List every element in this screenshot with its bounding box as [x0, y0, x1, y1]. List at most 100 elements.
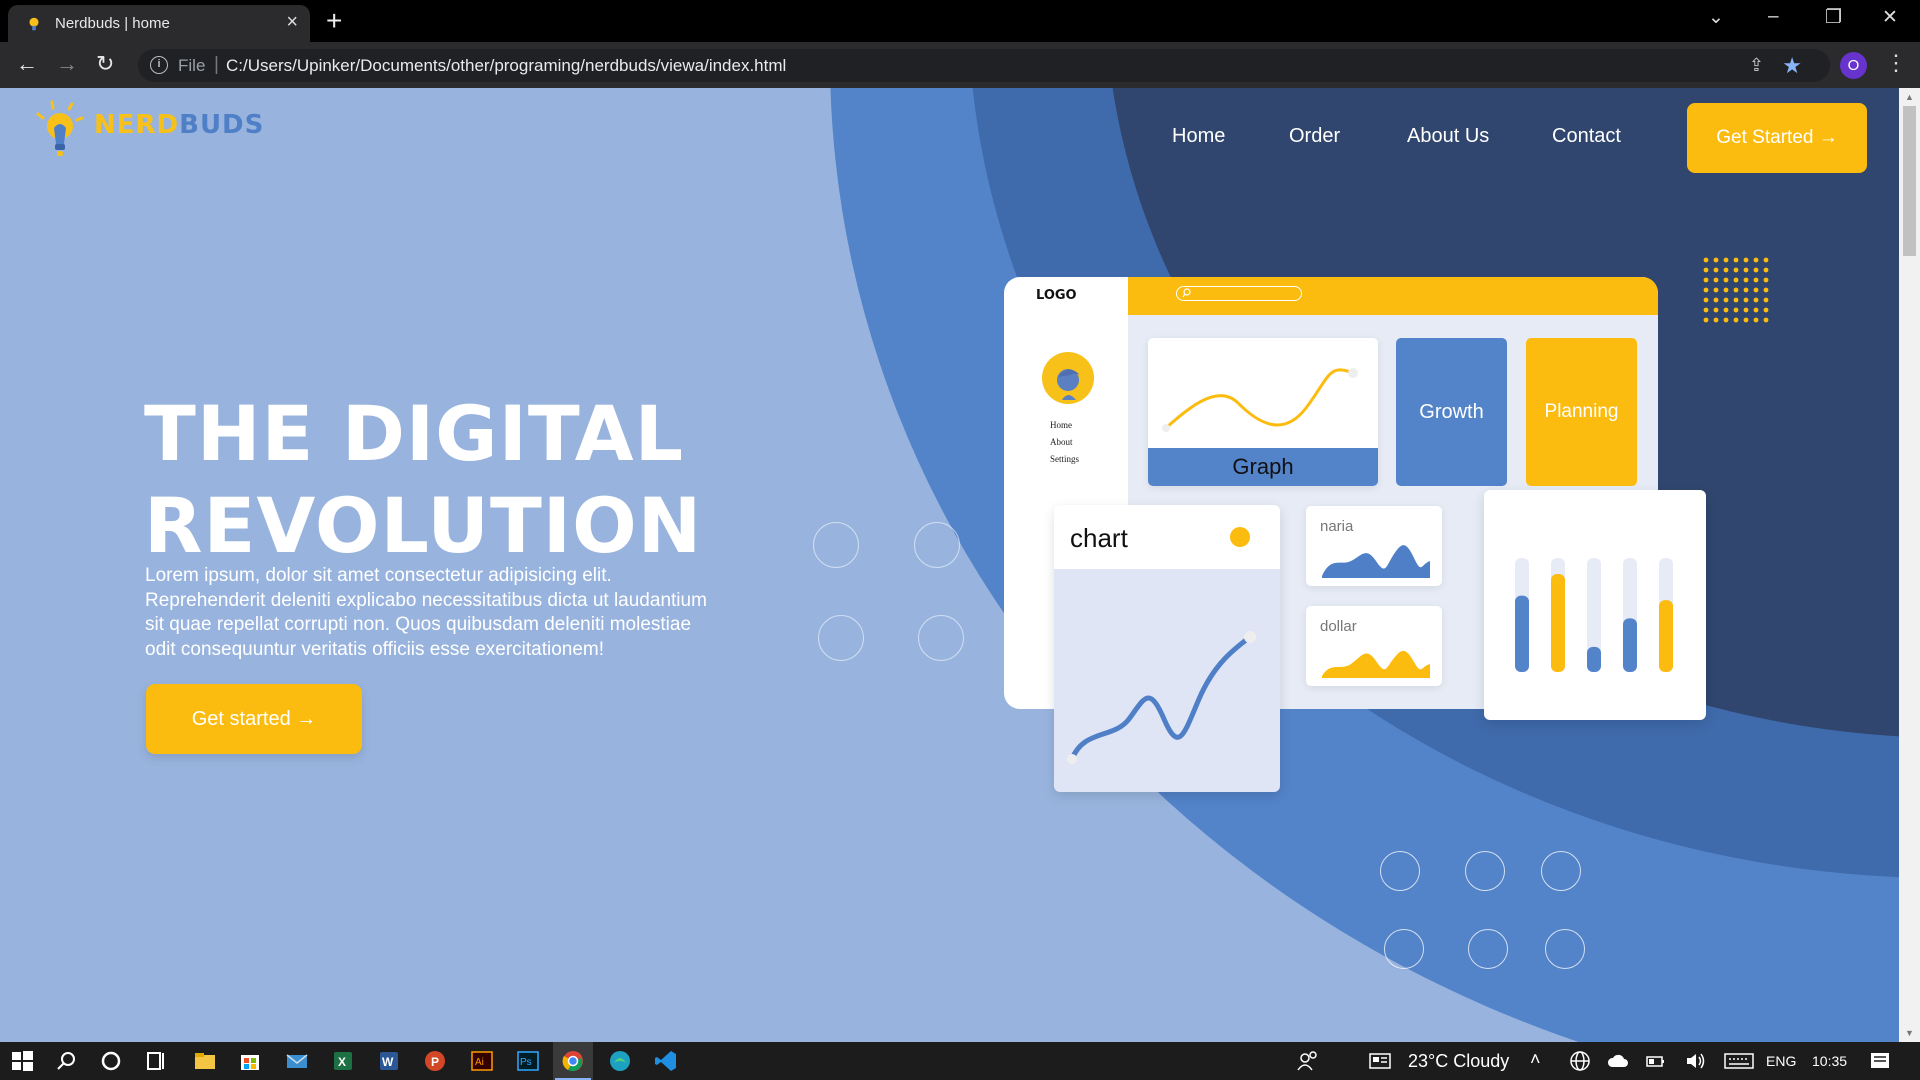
decor-ring: [914, 522, 960, 568]
nav-home[interactable]: Home: [1172, 125, 1225, 148]
clock[interactable]: 10:35: [1812, 1053, 1847, 1069]
back-icon[interactable]: ←: [16, 51, 38, 77]
url-separator: |: [214, 54, 219, 75]
lightbulb-favicon-icon: [29, 17, 39, 31]
bar-chart: [1515, 558, 1673, 672]
restore-icon[interactable]: ❐: [1825, 6, 1842, 29]
cortana-icon[interactable]: [99, 1049, 123, 1073]
graph-label: Graph: [1148, 448, 1378, 486]
illustrator-icon[interactable]: Ai: [470, 1049, 494, 1073]
decor-ring: [1380, 851, 1420, 891]
share-icon[interactable]: ⇪: [1749, 55, 1764, 76]
lightbulb-logo-icon: [36, 100, 84, 156]
chrome-icon[interactable]: [561, 1049, 585, 1073]
show-hidden-icons-chevron-icon[interactable]: ˄: [1530, 1049, 1541, 1070]
illustration-menu-item: Home: [1050, 420, 1072, 430]
svg-text:Ai: Ai: [475, 1057, 484, 1068]
avatar-icon: [1042, 352, 1094, 404]
powerpoint-icon[interactable]: P: [423, 1049, 447, 1073]
profile-avatar[interactable]: O: [1840, 52, 1867, 79]
store-icon[interactable]: [238, 1049, 262, 1073]
scroll-up-icon[interactable]: ▲: [1905, 92, 1914, 102]
browser-toolbar: ← → ↻ i File | C:/Users/Upinker/Document…: [0, 42, 1920, 88]
logo-wordmark: NERDBUDS: [94, 110, 264, 140]
naria-mini-card: naria: [1306, 506, 1442, 586]
windows-start-icon[interactable]: [10, 1049, 34, 1073]
illustration-logo: LOGO: [1036, 288, 1077, 303]
nav-contact[interactable]: Contact: [1552, 125, 1621, 148]
photoshop-icon[interactable]: Ps: [516, 1049, 540, 1073]
info-icon[interactable]: i: [150, 56, 168, 74]
scroll-thumb[interactable]: [1903, 106, 1916, 256]
forward-icon[interactable]: →: [56, 51, 78, 77]
mail-icon[interactable]: [285, 1049, 309, 1073]
bar-fill: [1551, 573, 1565, 672]
growth-card: Growth: [1396, 338, 1507, 486]
browser-tab[interactable]: Nerdbuds | home ×: [8, 5, 310, 42]
search-icon[interactable]: [55, 1049, 79, 1073]
task-view-icon[interactable]: [144, 1049, 168, 1073]
language-indicator[interactable]: ENG: [1766, 1053, 1796, 1069]
dollar-wave: [1322, 650, 1430, 678]
bar-chart-card: [1484, 490, 1706, 720]
nav-about-us[interactable]: About Us: [1407, 125, 1489, 148]
get-started-hero-button[interactable]: Get started →: [146, 684, 362, 754]
bar-fill: [1623, 618, 1637, 672]
tab-search-icon[interactable]: ⌄: [1708, 6, 1724, 29]
hero-title-line2: REVOLUTION: [144, 481, 703, 570]
url-text[interactable]: C:/Users/Upinker/Documents/other/program…: [226, 56, 786, 76]
decor-ring: [1541, 851, 1581, 891]
volume-icon[interactable]: [1683, 1049, 1707, 1073]
globe-icon[interactable]: [1568, 1049, 1592, 1073]
battery-icon[interactable]: [1643, 1049, 1667, 1073]
page-scrollbar[interactable]: ▲ ▼: [1899, 88, 1920, 1042]
bar-fill: [1659, 600, 1673, 672]
close-window-icon[interactable]: ✕: [1882, 6, 1898, 29]
svg-text:P: P: [431, 1055, 439, 1069]
hero-description: Lorem ipsum, dolor sit amet consectetur …: [145, 565, 707, 660]
news-weather-icon[interactable]: [1368, 1049, 1392, 1073]
windows-taskbar: X W P Ai Ps 23°C Cloudy ˄ ENG 10:35: [0, 1042, 1920, 1080]
chart-card-title: chart: [1070, 523, 1128, 553]
word-icon[interactable]: W: [377, 1049, 401, 1073]
onedrive-cloud-icon[interactable]: [1606, 1049, 1630, 1073]
get-started-top-button[interactable]: Get Started →: [1687, 103, 1867, 173]
tab-close-icon[interactable]: ×: [286, 12, 298, 32]
svg-text:W: W: [382, 1055, 394, 1069]
bookmark-star-icon[interactable]: ★: [1782, 53, 1802, 79]
decor-ring: [818, 615, 864, 661]
minimize-icon[interactable]: –: [1768, 6, 1779, 28]
illustration-menu-item: Settings: [1050, 454, 1080, 464]
nav-order[interactable]: Order: [1289, 125, 1340, 148]
logo-text-buds: BUDS: [179, 110, 265, 140]
people-icon[interactable]: [1296, 1049, 1320, 1073]
menu-kebab-icon[interactable]: ⋮: [1885, 50, 1907, 76]
illustration-menu: Home About Settings: [1050, 417, 1079, 468]
reload-icon[interactable]: ↻: [96, 51, 114, 77]
chart-status-dot: [1230, 527, 1250, 547]
dollar-mini-card: dollar: [1306, 606, 1442, 686]
hero-title-line1: THE DIGITAL: [144, 389, 685, 478]
edge-icon[interactable]: [608, 1049, 632, 1073]
search-icon: [1182, 288, 1191, 298]
tab-title: Nerdbuds | home: [55, 15, 170, 32]
decor-ring: [1384, 929, 1424, 969]
site-logo[interactable]: NERDBUDS: [32, 100, 292, 160]
file-explorer-icon[interactable]: [193, 1049, 217, 1073]
decor-ring: [918, 615, 964, 661]
scroll-down-icon[interactable]: ▼: [1905, 1028, 1914, 1038]
url-scheme-label: File: [178, 56, 206, 75]
svg-text:Ps: Ps: [520, 1057, 532, 1068]
planning-card: Planning: [1526, 338, 1637, 486]
address-bar[interactable]: i File | C:/Users/Upinker/Documents/othe…: [138, 49, 1830, 82]
weather-text[interactable]: 23°C Cloudy: [1408, 1051, 1509, 1072]
new-tab-button[interactable]: +: [326, 6, 342, 36]
keyboard-icon[interactable]: [1724, 1049, 1754, 1073]
vscode-icon[interactable]: [654, 1049, 678, 1073]
illustration-search-box: [1176, 286, 1302, 301]
notifications-icon[interactable]: [1868, 1049, 1892, 1073]
decor-ring: [1468, 929, 1508, 969]
bar-fill: [1587, 646, 1601, 672]
excel-icon[interactable]: X: [331, 1049, 355, 1073]
decor-dot-grid: [1703, 257, 1769, 323]
